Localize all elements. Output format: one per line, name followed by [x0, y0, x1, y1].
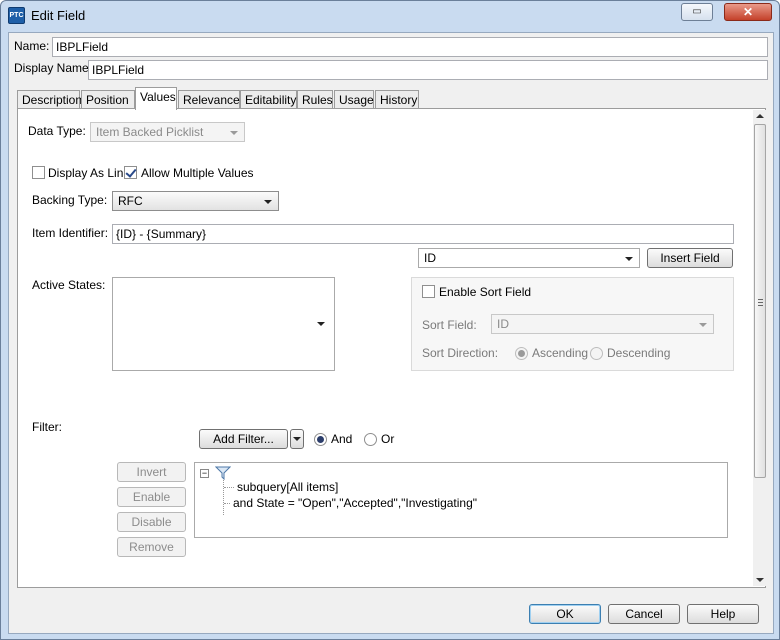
collapse-icon[interactable]: − [200, 469, 209, 478]
window-title: Edit Field [31, 8, 86, 23]
tab-rules[interactable]: Rules [297, 90, 333, 109]
scroll-thumb[interactable] [754, 124, 766, 478]
name-label: Name: [14, 39, 50, 53]
sort-field-value: ID [497, 317, 509, 331]
ascending-label: Ascending [532, 346, 589, 360]
allow-multiple-values-checkbox[interactable] [124, 166, 137, 179]
cancel-button[interactable]: Cancel [608, 604, 680, 624]
tab-history[interactable]: History [375, 90, 419, 109]
remove-button[interactable]: Remove [117, 537, 186, 557]
sort-direction-label: Sort Direction: [422, 346, 499, 360]
backing-type-label: Backing Type: [32, 193, 108, 207]
ptc-app-icon: PTC [8, 7, 25, 24]
display-name-field[interactable]: IBPLField [88, 60, 768, 80]
tab-relevance[interactable]: Relevance [178, 90, 240, 109]
close-button[interactable]: ✕ [724, 3, 772, 21]
tab-description[interactable]: Description [17, 90, 82, 109]
help-button[interactable]: Help [687, 604, 759, 624]
dialog-client-area: Name: IBPLField Display Name: IBPLField … [8, 32, 774, 634]
title-bar[interactable]: PTC Edit Field ▭ ✕ [1, 1, 779, 31]
enable-sort-field-checkbox[interactable] [422, 285, 435, 298]
enable-button[interactable]: Enable [117, 487, 186, 507]
chevron-down-icon [264, 200, 272, 204]
grip-line [758, 299, 763, 300]
backing-type-value: RFC [118, 194, 143, 208]
chevron-down-icon [293, 437, 301, 441]
ascending-radio [515, 347, 528, 360]
display-name-label: Display Name: [14, 61, 93, 75]
descending-radio [590, 347, 603, 360]
chevron-down-icon [230, 131, 238, 135]
filter-label: Filter: [32, 420, 62, 434]
and-label: And [331, 432, 353, 446]
field-select[interactable]: ID [418, 248, 640, 268]
data-type-label: Data Type: [28, 124, 86, 138]
sort-field-select: ID [491, 314, 714, 334]
active-states-list[interactable] [112, 277, 335, 371]
sort-group: Enable Sort Field Sort Field: ID Sort Di… [411, 277, 734, 371]
chevron-down-icon [699, 323, 707, 327]
values-tab-panel: Data Type: Item Backed Picklist Display … [17, 108, 766, 588]
display-as-link-label: Display As Link [48, 166, 130, 180]
tree-connector [224, 487, 234, 488]
or-radio[interactable] [364, 433, 377, 446]
item-identifier-field[interactable]: {ID} - {Summary} [112, 224, 734, 244]
descending-label: Descending [607, 346, 671, 360]
active-states-label: Active States: [32, 278, 106, 292]
invert-button[interactable]: Invert [117, 462, 186, 482]
name-field[interactable]: IBPLField [52, 37, 768, 57]
panel-scrollbar[interactable] [753, 110, 766, 586]
scroll-down-icon[interactable] [756, 578, 764, 582]
filter-funnel-icon [215, 466, 231, 480]
filter-node-state[interactable]: and State = "Open","Accepted","Investiga… [233, 496, 477, 510]
filter-node-subquery[interactable]: subquery[All items] [237, 480, 338, 494]
enable-sort-field-label: Enable Sort Field [439, 285, 532, 299]
tab-position[interactable]: Position [81, 90, 135, 109]
grip-line [758, 305, 763, 306]
chevron-down-icon [625, 257, 633, 261]
add-filter-dropdown-button[interactable] [290, 429, 304, 449]
ok-button[interactable]: OK [529, 604, 601, 624]
item-identifier-label: Item Identifier: [32, 226, 109, 240]
grip-line [758, 302, 763, 303]
allow-multiple-values-label: Allow Multiple Values [141, 166, 254, 180]
tab-editability[interactable]: Editability [240, 90, 297, 109]
tab-usage[interactable]: Usage [334, 90, 374, 109]
data-type-select: Item Backed Picklist [90, 122, 245, 142]
edit-field-dialog: PTC Edit Field ▭ ✕ Name: IBPLField Displ… [0, 0, 780, 640]
tab-values[interactable]: Values [135, 87, 177, 110]
scroll-up-icon[interactable] [756, 114, 764, 118]
field-select-value: ID [424, 251, 436, 265]
insert-field-button[interactable]: Insert Field [647, 248, 733, 268]
display-as-link-checkbox[interactable] [32, 166, 45, 179]
filter-tree[interactable]: − subquery[All items] and State = "Open"… [194, 462, 728, 538]
chevron-down-icon [317, 322, 325, 326]
tree-connector [223, 480, 224, 515]
and-radio[interactable] [314, 433, 327, 446]
restore-button[interactable]: ▭ [681, 3, 713, 21]
active-states-dropdown[interactable] [311, 314, 331, 334]
add-filter-button[interactable]: Add Filter... [199, 429, 288, 449]
tree-connector [224, 503, 230, 504]
backing-type-select[interactable]: RFC [112, 191, 279, 211]
disable-button[interactable]: Disable [117, 512, 186, 532]
or-label: Or [381, 432, 395, 446]
data-type-value: Item Backed Picklist [96, 125, 204, 139]
sort-field-label: Sort Field: [422, 318, 477, 332]
